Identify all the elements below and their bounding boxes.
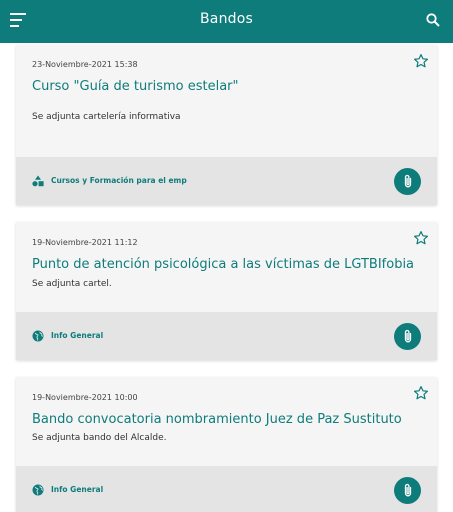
bando-title[interactable]: Curso "Guía de turismo estelar" bbox=[32, 79, 407, 94]
bando-description: Se adjunta cartel. bbox=[32, 279, 112, 289]
star-icon[interactable] bbox=[413, 53, 429, 69]
shapes-icon bbox=[32, 175, 44, 187]
bando-footer: Cursos y Formación para el emp bbox=[16, 157, 437, 205]
category-label[interactable]: Cursos y Formación para el emp bbox=[51, 176, 187, 185]
globe-icon bbox=[32, 484, 44, 496]
bando-title[interactable]: Punto de atención psicológica a las víct… bbox=[32, 257, 414, 272]
attachment-button[interactable] bbox=[394, 168, 421, 195]
bando-footer: Info General bbox=[16, 312, 437, 360]
paperclip-icon bbox=[404, 174, 411, 188]
attachment-button[interactable] bbox=[394, 477, 421, 504]
bando-card[interactable]: 19-Noviembre-2021 10:00 Bando convocator… bbox=[16, 377, 437, 512]
category-label[interactable]: Info General bbox=[51, 485, 103, 494]
star-icon[interactable] bbox=[413, 385, 429, 401]
bando-date: 19-Noviembre-2021 10:00 bbox=[32, 393, 138, 402]
category-label[interactable]: Info General bbox=[51, 331, 103, 340]
app-bar: Bandos bbox=[0, 0, 453, 43]
globe-icon bbox=[32, 330, 44, 342]
paperclip-icon bbox=[404, 329, 411, 343]
bando-description: Se adjunta bando del Alcalde. bbox=[32, 433, 167, 443]
bando-description: Se adjunta cartelería informativa bbox=[32, 112, 181, 122]
attachment-button[interactable] bbox=[394, 323, 421, 350]
star-icon[interactable] bbox=[413, 230, 429, 246]
bando-card[interactable]: 19-Noviembre-2021 11:12 Punto de atenció… bbox=[16, 222, 437, 360]
page-title: Bandos bbox=[199, 11, 253, 27]
bando-card[interactable]: 23-Noviembre-2021 15:38 Curso "Guía de t… bbox=[16, 45, 437, 205]
bando-footer: Info General bbox=[16, 466, 437, 512]
bando-title[interactable]: Bando convocatoria nombramiento Juez de … bbox=[32, 412, 407, 427]
bando-date: 19-Noviembre-2021 11:12 bbox=[32, 238, 138, 247]
search-icon bbox=[426, 13, 440, 27]
paperclip-icon bbox=[404, 483, 411, 497]
bando-date: 23-Noviembre-2021 15:38 bbox=[32, 60, 138, 69]
search-button[interactable] bbox=[421, 8, 445, 32]
